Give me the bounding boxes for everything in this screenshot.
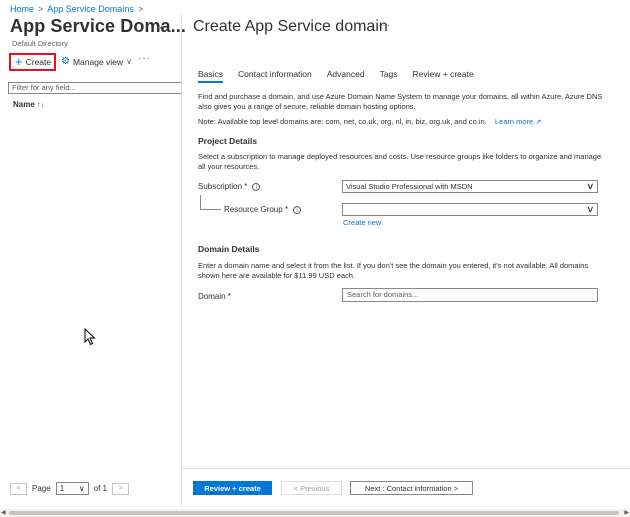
collapse-panel-icon[interactable]: « (157, 22, 163, 34)
breadcrumb-home[interactable]: Home (10, 4, 34, 14)
manage-view-button[interactable]: ⚙ Manage view ∨ (61, 56, 132, 67)
intro-text: Find and purchase a domain, and use Azur… (198, 92, 603, 111)
domain-details-heading: Domain Details (198, 244, 260, 254)
page-title: Create App Service domain (193, 18, 388, 35)
tab-contact-information[interactable]: Contact information (238, 69, 312, 83)
tab-tags[interactable]: Tags (380, 69, 398, 83)
previous-button[interactable]: < Previous (281, 481, 342, 495)
create-button-label: Create (25, 57, 52, 67)
filter-input[interactable]: Filter for any field... (8, 82, 182, 94)
tab-bar: Basics Contact information Advanced Tags… (198, 69, 489, 83)
tab-advanced[interactable]: Advanced (327, 69, 365, 83)
scrollbar-thumb[interactable] (9, 511, 619, 515)
review-create-button[interactable]: Review + create (193, 481, 272, 495)
tab-basics[interactable]: Basics (198, 69, 224, 83)
panel-divider (181, 14, 182, 506)
resource-group-label-text: Resource Group * (224, 205, 289, 214)
scroll-right-icon[interactable]: ▶ (624, 509, 629, 516)
horizontal-scrollbar[interactable]: ◀ ▶ (0, 509, 630, 517)
column-header-name[interactable]: Name ↑↓ (13, 100, 45, 109)
subscription-select-value: Visual Studio Professional with MSDN (346, 182, 473, 191)
note-line: Note: Available top level domains are: c… (198, 117, 618, 128)
info-icon[interactable]: i (293, 205, 302, 214)
breadcrumb-separator: > (38, 4, 44, 14)
tab-review-create[interactable]: Review + create (413, 69, 474, 83)
manage-view-label: Manage view (72, 56, 124, 67)
footer-divider (182, 468, 630, 469)
create-new-link[interactable]: Create new (343, 218, 381, 227)
chevron-down-icon: ∨ (586, 181, 595, 191)
note-text: Note: Available top level domains are: c… (198, 117, 487, 126)
breadcrumb: Home > App Service Domains > (10, 4, 147, 14)
pager: < Page 1 ∨ of 1 > (10, 482, 130, 495)
column-header-name-label: Name (13, 100, 35, 109)
scroll-left-icon[interactable]: ◀ (1, 509, 6, 516)
tree-connector (200, 195, 221, 210)
page-label: Page (32, 484, 51, 493)
next-contact-information-button[interactable]: Next : Contact information > (350, 481, 473, 495)
chevron-down-icon: ∨ (586, 204, 595, 214)
more-options-button[interactable]: ··· (378, 20, 391, 31)
domain-search-input[interactable]: Search for domains... (342, 288, 598, 302)
page-select[interactable]: 1 ∨ (55, 482, 89, 495)
domain-label: Domain * (198, 292, 231, 301)
gear-icon: ⚙ (61, 56, 70, 67)
chevron-down-icon: ∨ (126, 57, 132, 66)
resource-group-select[interactable]: ∨ (342, 203, 598, 216)
domain-details-description: Enter a domain name and select it from t… (198, 261, 589, 280)
previous-page-button[interactable]: < (10, 482, 27, 495)
learn-more-link[interactable]: Learn more (495, 117, 533, 126)
info-icon[interactable]: i (252, 182, 261, 191)
next-page-button[interactable]: > (112, 482, 130, 495)
breadcrumb-app-service-domains[interactable]: App Service Domains (47, 4, 134, 14)
chevron-down-icon: ∨ (78, 484, 85, 493)
breadcrumb-separator: > (137, 4, 144, 14)
subscription-label-text: Subscription * (198, 182, 248, 191)
sort-icon: ↑↓ (37, 100, 45, 109)
subscription-label: Subscription * i (198, 182, 261, 191)
subscription-select[interactable]: Visual Studio Professional with MSDN ∨ (342, 180, 598, 193)
more-options-button[interactable]: ··· (138, 53, 151, 64)
plus-icon: + (15, 53, 23, 69)
page-select-value: 1 (59, 484, 65, 493)
project-details-description: Select a subscription to manage deployed… (198, 152, 602, 171)
mouse-pointer-icon (84, 328, 96, 346)
project-details-heading: Project Details (198, 136, 258, 146)
external-link-icon: ↗ (535, 119, 542, 126)
page-of-label: of 1 (93, 484, 108, 493)
left-panel-subtitle: Default Directory (12, 39, 68, 48)
create-button[interactable]: + Create (9, 53, 56, 71)
resource-group-label: Resource Group * i (224, 205, 302, 214)
